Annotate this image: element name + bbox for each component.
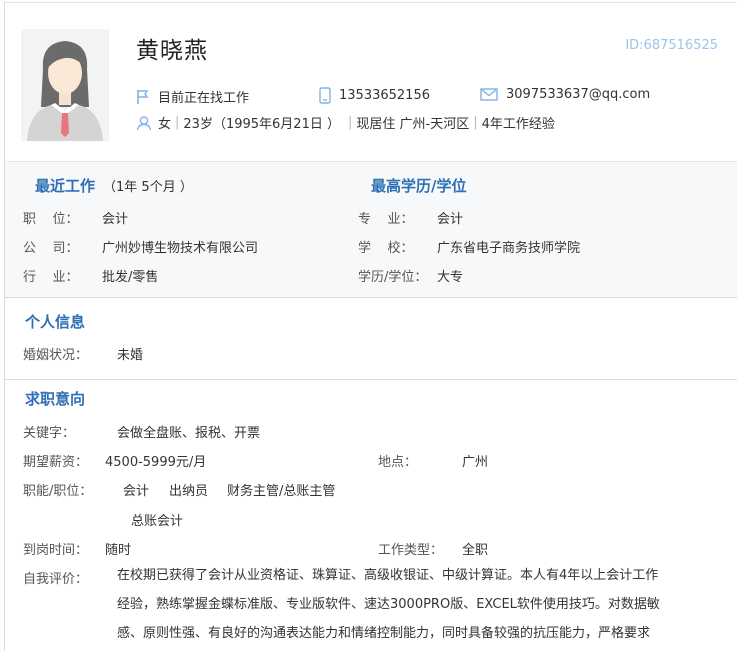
school-label: 学 校： bbox=[358, 241, 414, 256]
keywords-label: 关键字： bbox=[23, 426, 76, 441]
self-eval-line: 感、原则性强、有良好的沟通表达能力和情绪控制能力，同时具备较强的抗压能力，严格要… bbox=[117, 626, 651, 641]
industry-label: 行 业： bbox=[23, 270, 79, 285]
job-status: 目前正在找工作 bbox=[136, 87, 249, 106]
recent-work-title: 最近工作 （1年 5个月 ） bbox=[35, 177, 193, 195]
age: 23岁（1995年6月21日 ） bbox=[183, 117, 340, 132]
position-value: 会计 bbox=[102, 212, 129, 227]
keywords-value: 会做全盘账、报税、开票 bbox=[117, 426, 261, 441]
flag-icon bbox=[136, 89, 150, 105]
function-item: 财务主管/总账主管 bbox=[227, 484, 336, 499]
location-value: 广州 bbox=[462, 455, 489, 470]
company-label: 公 司： bbox=[23, 241, 79, 256]
function-label: 职能/职位： bbox=[23, 484, 93, 499]
school-value: 广东省电子商务技师学院 bbox=[437, 241, 581, 256]
major-label: 专 业： bbox=[358, 212, 414, 227]
arrival-value: 随时 bbox=[105, 543, 132, 558]
residence: 现居住 广州-天河区 bbox=[356, 117, 470, 132]
location-label: 地点： bbox=[378, 455, 418, 470]
salary-value: 4500-5999元/月 bbox=[105, 455, 207, 470]
email-address[interactable]: 3097533637@qq.com bbox=[506, 87, 650, 102]
person-icon bbox=[136, 115, 152, 131]
avatar bbox=[21, 29, 109, 141]
female-avatar-icon bbox=[21, 29, 109, 141]
arrival-label: 到岗时间： bbox=[23, 543, 89, 558]
email: 3097533637@qq.com bbox=[480, 87, 650, 102]
personal-info-section: 个人信息 婚姻状况： 未婚 bbox=[5, 298, 737, 378]
major-value: 会计 bbox=[437, 212, 464, 227]
salary-label: 期望薪资： bbox=[23, 455, 89, 470]
function-item: 总账会计 bbox=[131, 514, 184, 529]
function-item: 出纳员 bbox=[169, 484, 209, 499]
gender: 女 bbox=[158, 117, 172, 132]
jobtype-label: 工作类型： bbox=[378, 543, 444, 558]
function-item: 会计 bbox=[123, 484, 150, 499]
phone-number[interactable]: 13533652156 bbox=[339, 88, 430, 103]
job-status-text: 目前正在找工作 bbox=[158, 91, 250, 106]
self-eval-line: 经验，熟练掌握金蝶标准版、专业版软件、速达3000PRO版、EXCEL软件使用技… bbox=[117, 597, 660, 612]
candidate-name: 黄晓燕 bbox=[136, 38, 208, 64]
jobtype-value: 全职 bbox=[462, 543, 489, 558]
marital-value: 未婚 bbox=[117, 348, 144, 363]
work-experience: 4年工作经验 bbox=[481, 117, 555, 132]
marital-label: 婚姻状况： bbox=[23, 348, 89, 363]
mail-icon bbox=[480, 88, 498, 101]
personal-info-title: 个人信息 bbox=[25, 313, 86, 331]
job-intent-title: 求职意向 bbox=[25, 390, 86, 408]
candidate-id: ID:687516525 bbox=[625, 38, 718, 53]
company-value: 广州妙博生物技术有限公司 bbox=[102, 241, 259, 256]
profile-header: 黄晓燕 ID:687516525 目前正在找工作 13533652156 309… bbox=[5, 3, 737, 161]
work-education-section: 最近工作 （1年 5个月 ） 最高学历/学位 职 位： 会计 专 业： 会计 公 … bbox=[5, 161, 737, 297]
degree-label: 学历/学位： bbox=[358, 270, 428, 285]
position-label: 职 位： bbox=[23, 212, 79, 227]
degree-value: 大专 bbox=[437, 270, 464, 285]
job-intent-section: 求职意向 关键字： 会做全盘账、报税、开票 期望薪资： 4500-5999元/月… bbox=[5, 380, 737, 651]
recent-work-duration: （1年 5个月 ） bbox=[103, 180, 193, 195]
education-title: 最高学历/学位 bbox=[371, 177, 467, 195]
self-eval-line: 在校期已获得了会计从业资格证、珠算证、高级收银证、中级计算证。本人有4年以上会计… bbox=[117, 568, 659, 583]
resume-frame: 黄晓燕 ID:687516525 目前正在找工作 13533652156 309… bbox=[4, 2, 737, 651]
mobile-phone-icon bbox=[319, 87, 331, 104]
self-eval-label: 自我评价： bbox=[23, 572, 89, 587]
industry-value: 批发/零售 bbox=[102, 270, 159, 285]
phone: 13533652156 bbox=[319, 87, 430, 104]
basic-info: 女 | 23岁（1995年6月21日 ） | 现居住 广州-天河区 | 4年工作… bbox=[136, 113, 555, 132]
